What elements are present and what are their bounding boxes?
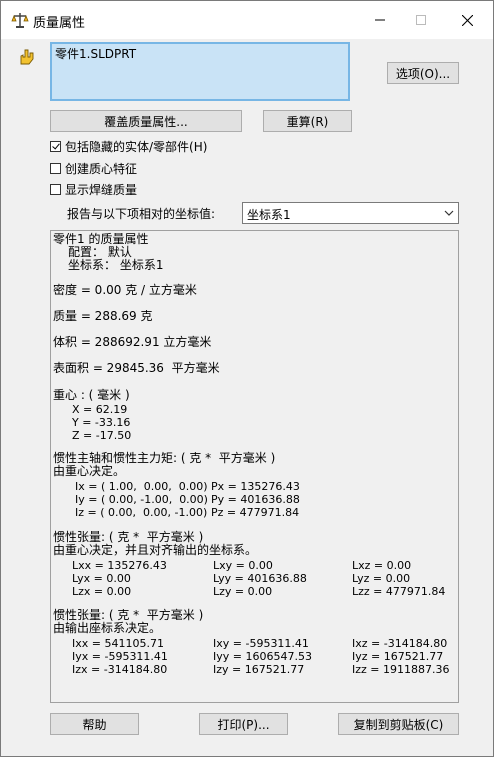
show-weld-mass-checkbox[interactable] — [50, 183, 61, 195]
list-item[interactable]: 零件1.SLDPRT — [55, 45, 136, 62]
print-button[interactable]: 打印(P)... — [199, 713, 288, 735]
surface-area-line: 表面积 = 29845.36 平方毫米 — [53, 361, 220, 375]
tensor-centroid-cell: Lxz = 0.00 — [352, 559, 412, 572]
principal-py: Py = 401636.88 — [211, 493, 300, 506]
centroid-y: Y = -33.16 — [72, 416, 131, 429]
principal-pz: Pz = 477971.84 — [211, 506, 300, 519]
minimize-icon — [375, 19, 385, 21]
tensor-centroid-cell: Lxx = 135276.43 — [72, 559, 167, 572]
tensor-output-cell: Ixx = 541105.71 — [72, 637, 164, 650]
scale-icon — [11, 13, 29, 28]
tensor-output-cell: Ixz = -314184.80 — [352, 637, 448, 650]
centroid-title: 重心 : ( 毫米 ) — [53, 388, 130, 402]
centroid-x: X = 62.19 — [72, 403, 128, 416]
tensor-output-cell: Izx = -314184.80 — [72, 663, 168, 676]
mass-line: 质量 = 288.69 克 — [53, 309, 153, 323]
minimize-button[interactable] — [357, 1, 403, 39]
override-mass-properties-button[interactable]: 覆盖质量属性... — [50, 110, 242, 132]
report-coordinate-label: 报告与以下项相对的坐标值: — [67, 207, 216, 221]
create-com-checkbox-row[interactable]: 创建质心特征 — [50, 159, 137, 177]
principal-iy: Iy = ( 0.00, -1.00, 0.00) — [75, 493, 208, 506]
volume-line: 体积 = 288692.91 立方毫米 — [53, 335, 212, 349]
maximize-button[interactable] — [398, 1, 444, 39]
tensor-centroid-cell: Lxy = 0.00 — [213, 559, 273, 572]
results-text-area[interactable]: 零件1 的质量属性 配置： 默认 坐标系： 坐标系1 密度 = 0.00 克 /… — [50, 230, 459, 703]
tensor-centroid-cell: Lzz = 477971.84 — [352, 585, 446, 598]
select-part-icon — [20, 49, 34, 65]
title-bar[interactable]: 质量属性 — [1, 1, 493, 39]
coordinate-system-select[interactable]: 坐标系1 — [242, 202, 459, 224]
include-hidden-label: 包括隐藏的实体/零部件(H) — [65, 139, 208, 154]
tensor-centroid-cell: Lzx = 0.00 — [72, 585, 132, 598]
window-title: 质量属性 — [33, 16, 86, 31]
tensor-centroid-cell: Lyz = 0.00 — [352, 572, 411, 585]
close-icon — [461, 14, 473, 26]
copy-to-clipboard-button[interactable]: 复制到剪贴板(C) — [338, 713, 459, 735]
tensor-output-subtitle: 由输出座标系决定。 — [53, 621, 162, 635]
chevron-down-icon — [444, 210, 454, 216]
include-hidden-checkbox[interactable] — [50, 140, 61, 152]
principal-axes-subtitle: 由重心决定。 — [53, 464, 126, 478]
mass-properties-window: 质量属性 零件1.SLDPRT 选项(O)... 覆盖质量属性... 重算(R)… — [0, 0, 494, 757]
show-weld-mass-label: 显示焊缝质量 — [65, 182, 138, 197]
tensor-output-cell: Izy = 167521.77 — [213, 663, 305, 676]
create-com-label: 创建质心特征 — [65, 161, 138, 176]
coordinate-system-value: 坐标系1 — [247, 208, 291, 222]
tensor-output-cell: Iyx = -595311.41 — [72, 650, 168, 663]
coord-sys-line: 坐标系： 坐标系1 — [68, 258, 164, 272]
close-button[interactable] — [444, 1, 490, 39]
density-line: 密度 = 0.00 克 / 立方毫米 — [53, 283, 197, 297]
show-weld-mass-checkbox-row[interactable]: 显示焊缝质量 — [50, 180, 137, 198]
options-button[interactable]: 选项(O)... — [387, 62, 459, 84]
tensor-centroid-cell: Lyx = 0.00 — [72, 572, 131, 585]
include-hidden-checkbox-row[interactable]: 包括隐藏的实体/零部件(H) — [50, 137, 207, 155]
maximize-icon — [416, 15, 426, 25]
create-com-checkbox[interactable] — [50, 162, 61, 174]
principal-px: Px = 135276.43 — [211, 480, 300, 493]
tensor-centroid-subtitle: 由重心决定，并且对齐输出的坐标系。 — [53, 543, 258, 557]
help-button[interactable]: 帮助 — [50, 713, 139, 735]
tensor-centroid-cell: Lyy = 401636.88 — [213, 572, 307, 585]
centroid-z: Z = -17.50 — [72, 429, 132, 442]
recalculate-button[interactable]: 重算(R) — [263, 110, 352, 132]
principal-ix: Ix = ( 1.00, 0.00, 0.00) — [75, 480, 208, 493]
tensor-output-cell: Iyy = 1606547.53 — [213, 650, 312, 663]
tensor-output-cell: Ixy = -595311.41 — [213, 637, 309, 650]
tensor-output-cell: Iyz = 167521.77 — [352, 650, 444, 663]
principal-iz: Iz = ( 0.00, 0.00, -1.00) — [75, 506, 208, 519]
tensor-centroid-cell: Lzy = 0.00 — [213, 585, 273, 598]
selected-items-list[interactable]: 零件1.SLDPRT — [50, 42, 350, 101]
tensor-output-cell: Izz = 1911887.36 — [352, 663, 450, 676]
